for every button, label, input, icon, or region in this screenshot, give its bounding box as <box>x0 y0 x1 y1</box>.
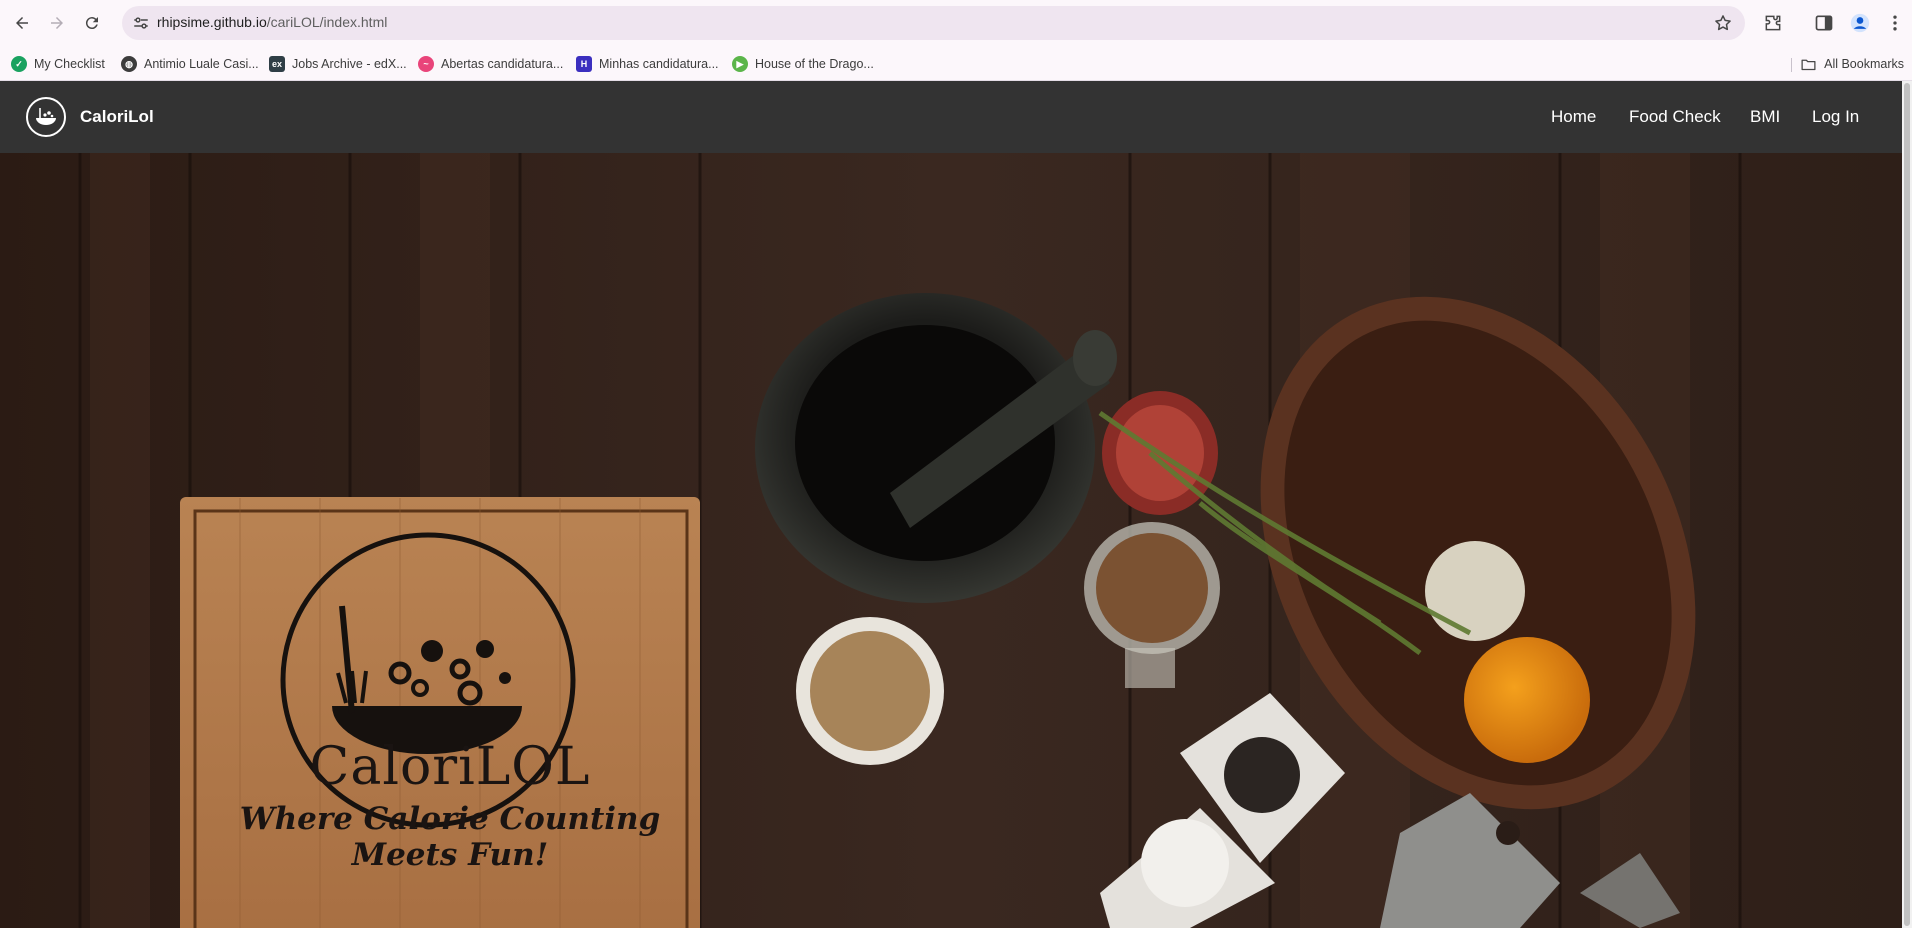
forward-button[interactable] <box>45 11 69 35</box>
page-viewport: CaloriLol Home Food Check BMI Log In Cal… <box>0 81 1902 928</box>
page-scrollbar[interactable] <box>1902 81 1912 928</box>
kebab-menu-icon <box>1893 15 1897 31</box>
site-settings-icon[interactable] <box>132 14 150 32</box>
bookmark-house-of-dragon[interactable]: ▶ House of the Drago... <box>732 54 874 74</box>
back-button[interactable] <box>10 11 34 35</box>
bookmark-label: Minhas candidatura... <box>599 57 719 71</box>
extensions-button[interactable] <box>1762 12 1784 34</box>
bookmarks-divider <box>1791 58 1792 72</box>
side-panel-button[interactable] <box>1813 12 1835 34</box>
checklist-icon: ✓ <box>11 56 27 72</box>
side-panel-icon <box>1815 15 1833 31</box>
forward-arrow-icon <box>51 17 63 29</box>
bookmark-star-icon[interactable] <box>1713 13 1733 33</box>
all-bookmarks-label: All Bookmarks <box>1824 57 1904 71</box>
bookmarks-bar: ✓ My Checklist ◍ Antimio Luale Casi... e… <box>0 46 1912 81</box>
edx-icon: ex <box>269 56 285 72</box>
play-icon: ▶ <box>732 56 748 72</box>
globe-icon: ◍ <box>121 56 137 72</box>
nav-login-link[interactable]: Log In <box>1812 107 1859 127</box>
profile-avatar-icon <box>1850 13 1870 33</box>
hero-banner: CaloriLOL Where Calorie Counting Meets F… <box>0 153 1902 928</box>
url-host: rhipsime.github.io <box>157 14 267 30</box>
site-brand[interactable]: CaloriLol <box>80 107 154 127</box>
hero-title: CaloriLOL <box>309 737 591 797</box>
all-bookmarks-button[interactable]: All Bookmarks <box>1800 54 1904 74</box>
address-bar[interactable]: rhipsime.github.io/cariLOL/index.html <box>122 6 1745 40</box>
bookmark-abertas[interactable]: ~ Abertas candidatura... <box>418 54 563 74</box>
url-path: /cariLOL/index.html <box>266 14 388 30</box>
bookmark-label: My Checklist <box>34 57 105 71</box>
reload-button[interactable] <box>80 11 104 35</box>
bookmark-label: Abertas candidatura... <box>441 57 564 71</box>
bowl-logo-icon <box>36 108 56 125</box>
site-navbar: CaloriLol Home Food Check BMI Log In <box>0 81 1902 153</box>
bookmark-antimio[interactable]: ◍ Antimio Luale Casi... <box>121 54 259 74</box>
reload-icon <box>85 17 98 30</box>
folder-icon <box>1801 59 1816 70</box>
bookmark-label: Jobs Archive - edX... <box>292 57 407 71</box>
hero-tagline: Where Calorie Counting Meets Fun! <box>239 801 661 873</box>
wave-icon: ~ <box>418 56 434 72</box>
h-icon: H <box>576 56 592 72</box>
back-arrow-icon <box>16 17 28 29</box>
nav-bmi-link[interactable]: BMI <box>1750 107 1780 127</box>
nav-food-check-link[interactable]: Food Check <box>1629 107 1721 127</box>
bookmark-jobs-archive[interactable]: ex Jobs Archive - edX... <box>269 54 407 74</box>
profile-button[interactable] <box>1849 12 1871 34</box>
url-text: rhipsime.github.io/cariLOL/index.html <box>157 14 387 30</box>
menu-button[interactable] <box>1884 12 1906 34</box>
bookmark-label: House of the Drago... <box>755 57 874 71</box>
puzzle-icon <box>1765 15 1781 31</box>
browser-toolbar: rhipsime.github.io/cariLOL/index.html <box>0 0 1912 46</box>
scrollbar-thumb[interactable] <box>1904 83 1910 926</box>
bookmark-minhas[interactable]: H Minhas candidatura... <box>576 54 719 74</box>
site-logo[interactable] <box>26 97 66 137</box>
bookmark-label: Antimio Luale Casi... <box>144 57 259 71</box>
bookmark-my-checklist[interactable]: ✓ My Checklist <box>11 54 105 74</box>
nav-home-link[interactable]: Home <box>1551 107 1596 127</box>
